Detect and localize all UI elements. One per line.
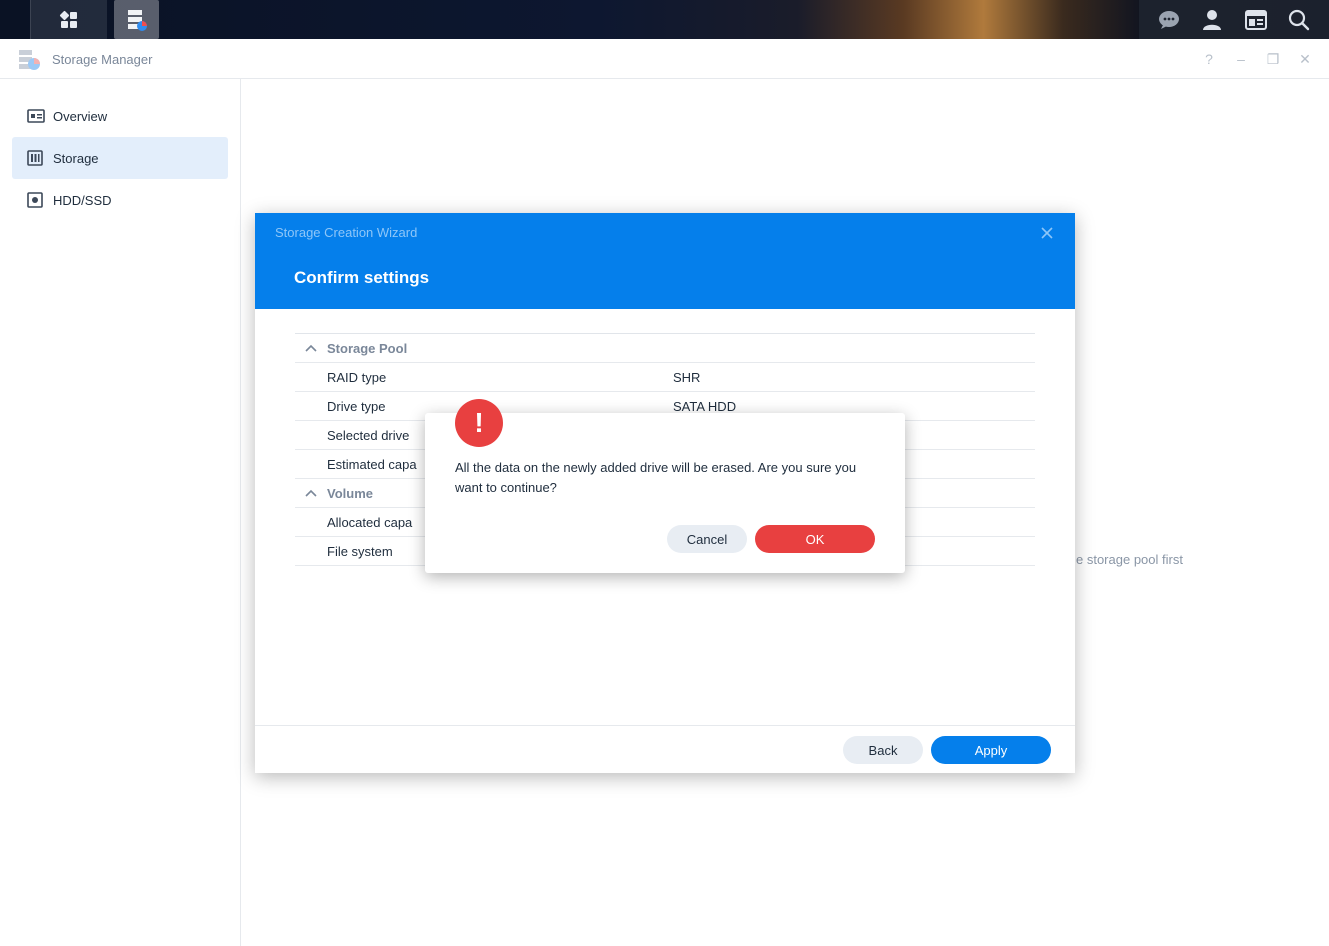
section-title: Storage Pool — [327, 340, 408, 356]
wizard-header: Storage Creation Wizard Confirm settings — [255, 213, 1075, 309]
sidebar-item-overview[interactable]: Overview — [12, 95, 228, 137]
erase-confirmation-dialog: ! All the data on the newly added drive … — [425, 399, 905, 573]
widgets-icon — [1244, 9, 1267, 30]
cancel-button[interactable]: Cancel — [667, 525, 747, 553]
close-window-button[interactable]: ✕ — [1295, 49, 1315, 69]
user-icon — [1203, 9, 1222, 30]
storage-icon — [27, 150, 45, 166]
search-button[interactable] — [1283, 4, 1315, 36]
storage-manager-icon — [127, 9, 147, 31]
user-button[interactable] — [1196, 4, 1228, 36]
window-title: Storage Manager — [52, 52, 153, 67]
hdd-icon — [27, 192, 45, 208]
widgets-button[interactable] — [1240, 4, 1272, 36]
close-icon — [1041, 227, 1053, 239]
main-menu-button[interactable] — [30, 0, 107, 39]
sidebar-item-storage[interactable]: Storage — [12, 137, 228, 179]
overview-icon — [27, 108, 45, 124]
chat-icon — [1158, 10, 1179, 29]
window-controls: ? – ❐ ✕ — [1199, 49, 1315, 69]
chat-button[interactable] — [1153, 4, 1185, 36]
minimize-button[interactable]: – — [1231, 49, 1251, 69]
wizard-window-title: Storage Creation Wizard — [275, 225, 418, 240]
row-value: SHR — [673, 369, 701, 385]
row-label: Estimated capa — [327, 456, 417, 472]
apply-button[interactable]: Apply — [931, 736, 1051, 764]
taskbar-storage-manager-button[interactable] — [114, 0, 159, 39]
window-titlebar: Storage Manager ? – ❐ ✕ — [0, 39, 1329, 79]
help-button[interactable]: ? — [1199, 49, 1219, 69]
back-button[interactable]: Back — [843, 736, 923, 764]
restore-button[interactable]: ❐ — [1263, 49, 1283, 69]
chevron-up-icon — [295, 489, 327, 497]
sidebar: Overview Storage HDD/SSD — [0, 79, 241, 946]
storage-empty-hint: e storage pool first — [1076, 552, 1183, 567]
wizard-heading: Confirm settings — [294, 268, 430, 287]
row-value: SATA HDD — [673, 398, 737, 414]
section-title: Volume — [327, 485, 373, 501]
search-icon — [1289, 9, 1310, 30]
taskbar-tray — [1139, 0, 1329, 39]
main-menu-grid-icon — [59, 10, 77, 28]
wizard-footer: Back Apply — [255, 725, 1075, 773]
confirmation-message: All the data on the newly added drive wi… — [455, 460, 857, 495]
chevron-up-icon — [295, 344, 327, 352]
row-label: RAID type — [327, 369, 387, 385]
wizard-close-button[interactable] — [1037, 223, 1057, 243]
taskbar — [0, 0, 1329, 39]
sidebar-item-label: Overview — [53, 108, 108, 124]
sidebar-item-label: Storage — [53, 150, 99, 166]
sidebar-item-hdd-ssd[interactable]: HDD/SSD — [12, 179, 228, 221]
table-row: RAID type SHR — [295, 363, 1035, 392]
storage-manager-app-icon — [19, 50, 40, 70]
section-header-storage-pool[interactable]: Storage Pool — [295, 334, 1035, 363]
row-label: Selected drive — [327, 427, 410, 443]
sidebar-item-label: HDD/SSD — [53, 192, 112, 208]
row-label: File system — [327, 543, 393, 559]
warning-icon: ! — [455, 399, 503, 447]
row-label: Allocated capa — [327, 514, 413, 530]
ok-button[interactable]: OK — [755, 525, 875, 553]
row-label: Drive type — [327, 398, 386, 414]
